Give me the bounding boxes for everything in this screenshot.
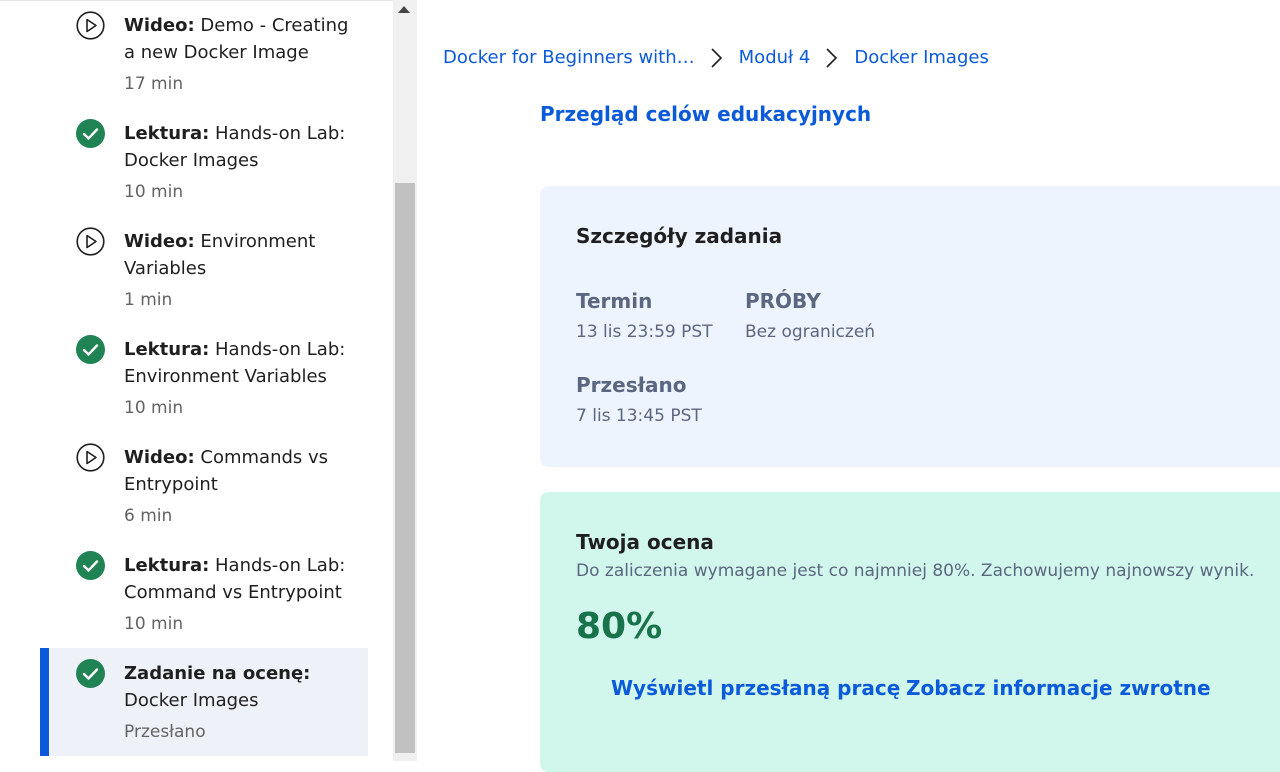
assignment-details-card: Szczegóły zadania Termin 13 lis 23:59 PS… xyxy=(540,186,1280,467)
sidebar-item-title: Lektura: Hands-on Lab: Command vs Entrypo… xyxy=(124,555,346,603)
breadcrumb: Docker for Beginners with… Moduł 4 Docke… xyxy=(443,43,989,73)
sidebar-item-graded-assignment[interactable]: Zadanie na ocenę: Docker Images Przesłano xyxy=(40,648,368,756)
breadcrumb-course[interactable]: Docker for Beginners with… xyxy=(443,44,695,72)
sidebar: Wideo: Demo - Creating a new Docker Image… xyxy=(0,0,393,761)
sidebar-item-reading-lab-env[interactable]: Lektura: Hands-on Lab: Environment Variab… xyxy=(40,324,368,432)
sidebar-item-meta: 1 min xyxy=(124,290,173,310)
chevron-right-icon xyxy=(826,48,838,68)
check-circle-icon xyxy=(76,119,105,148)
breadcrumb-current-page[interactable]: Docker Images xyxy=(854,44,989,72)
sidebar-item-meta: 10 min xyxy=(124,182,184,202)
chevron-right-icon xyxy=(711,48,722,68)
play-circle-icon xyxy=(76,443,105,472)
check-circle-icon xyxy=(76,551,105,580)
sidebar-item-title: Lektura: Hands-on Lab: Docker Images xyxy=(124,123,346,171)
sidebar-item-title: Wideo: Commands vs Entrypoint xyxy=(124,447,329,495)
attempts-value: Bez ograniczeń xyxy=(745,322,876,342)
sidebar-item-reading-lab-images[interactable]: Lektura: Hands-on Lab: Docker Images 10 m… xyxy=(40,108,368,216)
sidebar-scrollbar[interactable] xyxy=(393,0,417,761)
grade-value: 80% xyxy=(576,606,663,647)
sidebar-item-meta: 10 min xyxy=(124,614,184,634)
sidebar-item-title: Lektura: Hands-on Lab: Environment Variab… xyxy=(124,339,346,387)
view-feedback-link[interactable]: Zobacz informacje zwrotne xyxy=(906,676,1211,700)
play-circle-icon xyxy=(76,11,105,40)
check-circle-icon xyxy=(76,659,105,688)
scroll-up-arrow-icon[interactable] xyxy=(398,6,410,13)
sidebar-item-meta: 6 min xyxy=(124,506,173,526)
view-submission-link[interactable]: Wyświetl przesłaną pracę xyxy=(611,676,900,700)
sidebar-item-meta: 17 min xyxy=(124,74,184,94)
sidebar-item-video-commands[interactable]: Wideo: Commands vs Entrypoint 6 min xyxy=(40,432,368,540)
grade-card: Twoja ocena Do zaliczenia wymagane jest … xyxy=(540,492,1280,772)
grade-title: Twoja ocena xyxy=(576,530,714,554)
learning-objectives-link[interactable]: Przegląd celów edukacyjnych xyxy=(540,100,871,126)
grade-description: Do zaliczenia wymagane jest co najmniej … xyxy=(576,561,1255,581)
due-label: Termin xyxy=(576,289,653,313)
scrollbar-thumb[interactable] xyxy=(395,183,415,753)
sidebar-item-meta: Przesłano xyxy=(124,722,206,742)
details-title: Szczegóły zadania xyxy=(576,224,783,248)
sidebar-item-title: Zadanie na ocenę: Docker Images xyxy=(124,663,311,711)
sidebar-item-meta: 10 min xyxy=(124,398,184,418)
sidebar-item-video-demo[interactable]: Wideo: Demo - Creating a new Docker Image… xyxy=(40,0,368,108)
sidebar-item-title: Wideo: Demo - Creating a new Docker Image xyxy=(124,15,349,63)
sidebar-item-title: Wideo: Environment Variables xyxy=(124,231,316,279)
due-value: 13 lis 23:59 PST xyxy=(576,322,713,342)
check-circle-icon xyxy=(76,335,105,364)
sidebar-item-reading-lab-command[interactable]: Lektura: Hands-on Lab: Command vs Entrypo… xyxy=(40,540,368,648)
sidebar-item-video-env[interactable]: Wideo: Environment Variables 1 min xyxy=(40,216,368,324)
play-circle-icon xyxy=(76,227,105,256)
submitted-label: Przesłano xyxy=(576,373,687,397)
breadcrumb-module[interactable]: Moduł 4 xyxy=(739,44,811,72)
submitted-value: 7 lis 13:45 PST xyxy=(576,406,702,426)
attempts-label: PRÓBY xyxy=(745,289,821,313)
